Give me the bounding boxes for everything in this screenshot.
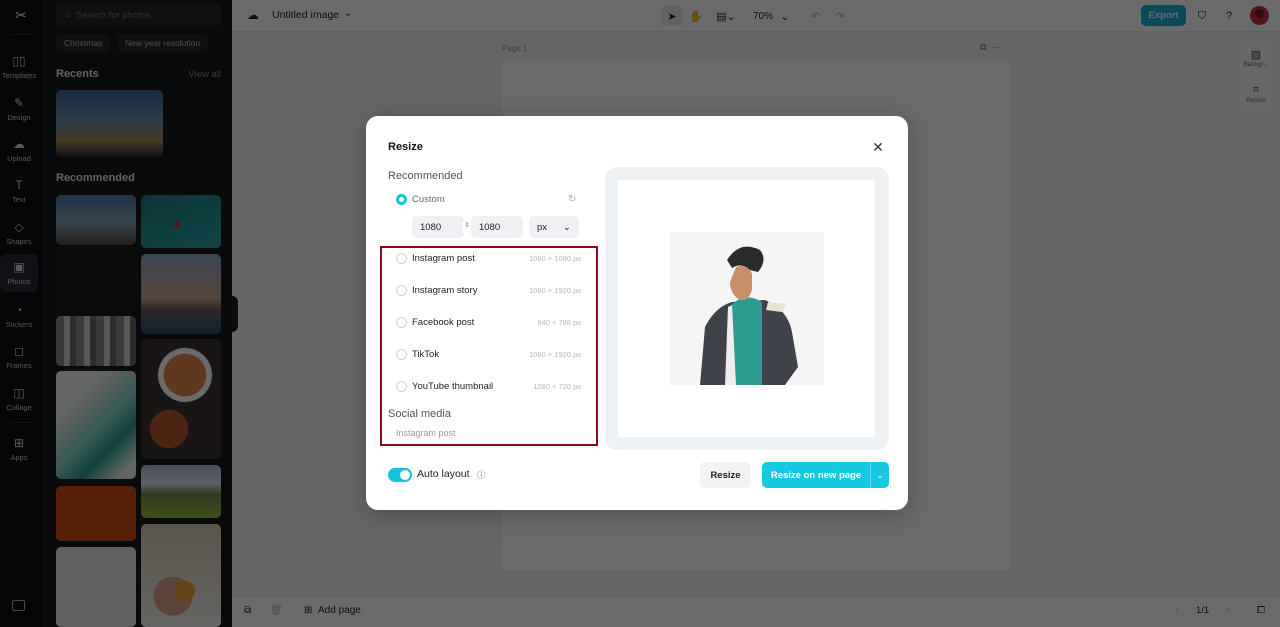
width-input[interactable] <box>412 216 464 238</box>
radio-unselected[interactable] <box>396 252 407 264</box>
preset-label: Instagram story <box>412 284 478 296</box>
preset-instagram-story[interactable]: Instagram story 1080 × 1920 px <box>396 281 581 299</box>
preset-label: Facebook post <box>412 316 475 328</box>
recommended-heading: Recommended <box>388 170 463 182</box>
radio-label: Custom <box>412 193 445 205</box>
preview-canvas <box>618 180 875 437</box>
social-media-item[interactable]: Instagram post <box>396 428 456 438</box>
social-media-heading: Social media <box>388 408 451 420</box>
unit-value: px <box>537 221 548 233</box>
auto-layout-label: Auto layout <box>417 468 470 480</box>
radio-selected[interactable] <box>396 193 407 205</box>
height-input[interactable] <box>471 216 523 238</box>
dialog-title: Resize <box>388 141 423 153</box>
auto-layout-toggle[interactable] <box>388 468 412 482</box>
preset-dimensions: 1080 × 1080 px <box>529 253 581 263</box>
preset-dimensions: 1080 × 1920 px <box>529 349 581 359</box>
preset-label: YouTube thumbnail <box>412 380 494 392</box>
radio-unselected[interactable] <box>396 348 407 360</box>
resize-preview <box>605 167 889 450</box>
chevron-down-icon: ⌄ <box>563 221 571 233</box>
radio-unselected[interactable] <box>396 284 407 296</box>
preset-dimensions: 940 × 788 px <box>537 317 581 327</box>
preset-label: TikTok <box>412 348 440 360</box>
preview-person-image <box>670 232 824 385</box>
preset-youtube-thumbnail[interactable]: YouTube thumbnail 1280 × 720 px <box>396 377 581 395</box>
custom-size-option[interactable]: Custom <box>396 190 581 208</box>
preset-instagram-post[interactable]: Instagram post 1080 × 1080 px <box>396 249 581 267</box>
unit-select[interactable]: px ⌄ <box>529 216 579 238</box>
close-icon[interactable]: ✕ <box>869 138 887 156</box>
preset-tiktok[interactable]: TikTok 1080 × 1920 px <box>396 345 581 363</box>
person-illustration <box>670 232 824 385</box>
radio-unselected[interactable] <box>396 316 407 328</box>
resize-options-chevron-icon[interactable]: ⌄ <box>870 462 889 488</box>
reset-icon[interactable]: ↻ <box>568 194 576 205</box>
resize-dialog: Resize ✕ Recommended Custom ↻ ⇕ px ⌄ Ins… <box>366 116 908 510</box>
preset-dimensions: 1080 × 1920 px <box>529 285 581 295</box>
resize-on-new-page-button[interactable]: Resize on new page <box>762 462 870 488</box>
preset-label: Instagram post <box>412 252 475 264</box>
preset-dimensions: 1280 × 720 px <box>533 381 581 391</box>
radio-unselected[interactable] <box>396 380 407 392</box>
resize-button[interactable]: Resize <box>700 462 751 488</box>
lock-ratio-icon[interactable]: ⇕ <box>463 221 471 233</box>
preset-facebook-post[interactable]: Facebook post 940 × 788 px <box>396 313 581 331</box>
info-icon[interactable]: ⓘ <box>477 469 486 481</box>
